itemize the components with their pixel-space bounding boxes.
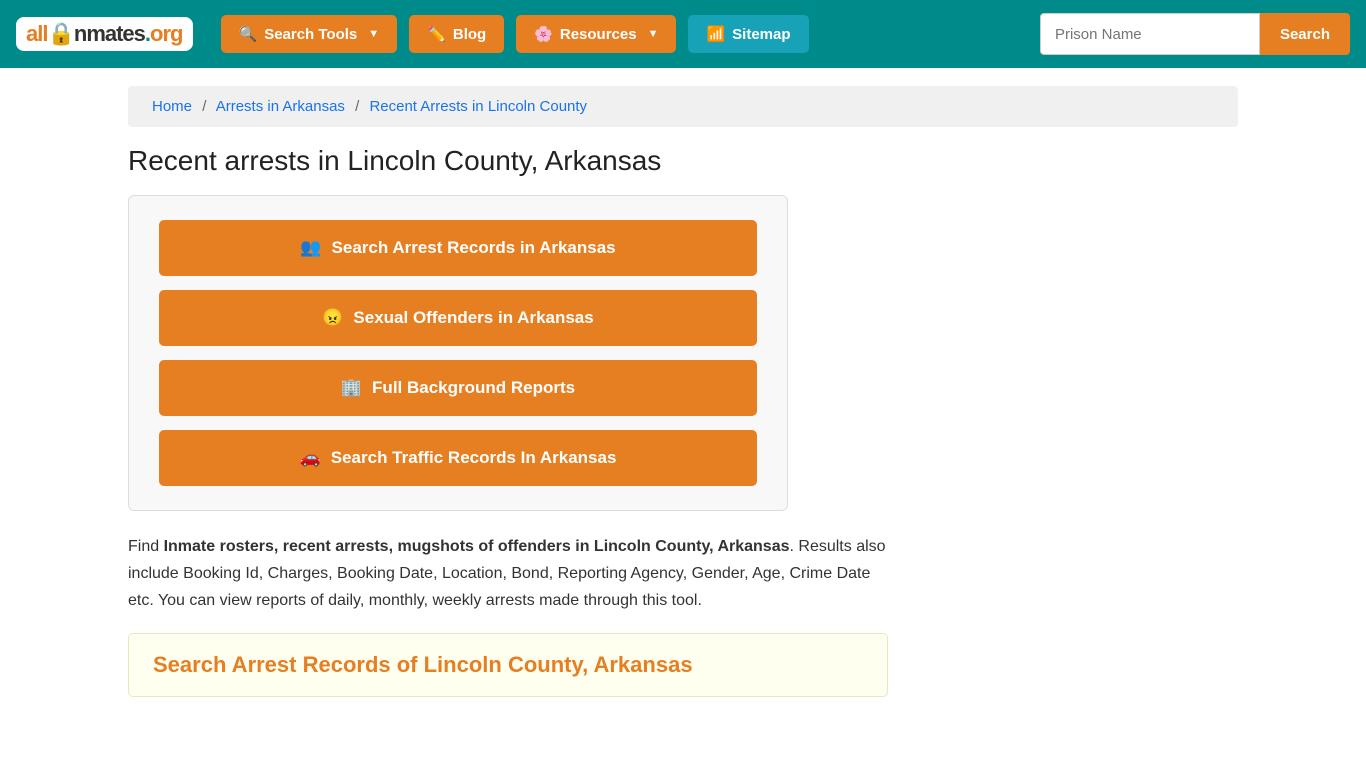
main-content: Recent arrests in Lincoln County, Arkans… xyxy=(128,127,1238,697)
background-reports-button[interactable]: 🏢 Full Background Reports xyxy=(159,360,757,416)
resources-button[interactable]: 🌸 Resources ▼ xyxy=(516,15,676,53)
prison-search-box: Search xyxy=(1040,13,1350,55)
search-tools-button[interactable]: 🔍 Search Tools ▼ xyxy=(221,15,398,53)
prison-name-input[interactable] xyxy=(1040,13,1260,55)
search-tools-icon: 🔍 xyxy=(239,25,258,43)
breadcrumb-home[interactable]: Home xyxy=(152,98,192,115)
breadcrumb-sep1: / xyxy=(202,98,206,115)
breadcrumb-current: Recent Arrests in Lincoln County xyxy=(369,98,587,115)
logo-lock: 🔒 xyxy=(47,21,73,46)
section-search-box: Search Arrest Records of Lincoln County,… xyxy=(128,633,888,697)
logo-org: org xyxy=(150,21,182,46)
resources-icon: 🌸 xyxy=(534,25,553,43)
description-text: Find Inmate rosters, recent arrests, mug… xyxy=(128,533,888,615)
building-icon: 🏢 xyxy=(341,378,362,398)
desc-intro: Find xyxy=(128,538,164,555)
angry-icon: 😠 xyxy=(322,308,343,328)
sitemap-icon: 📶 xyxy=(706,25,725,43)
page-title: Recent arrests in Lincoln County, Arkans… xyxy=(128,145,1238,177)
site-logo[interactable]: all🔒nmates.org xyxy=(16,17,193,51)
blog-icon: ✏️ xyxy=(427,25,446,43)
desc-bold: Inmate rosters, recent arrests, mugshots… xyxy=(164,538,790,555)
breadcrumb: Home / Arrests in Arkansas / Recent Arre… xyxy=(128,86,1238,127)
prison-search-button[interactable]: Search xyxy=(1260,13,1350,55)
logo-inmates: nmates xyxy=(74,21,145,46)
navbar: all🔒nmates.org 🔍 Search Tools ▼ ✏️ Blog … xyxy=(0,0,1366,68)
sitemap-button[interactable]: 📶 Sitemap xyxy=(688,15,808,53)
logo-all: all xyxy=(26,21,47,46)
section-search-title: Search Arrest Records of Lincoln County,… xyxy=(153,652,863,678)
chevron-down-icon: ▼ xyxy=(368,28,379,40)
breadcrumb-sep2: / xyxy=(355,98,359,115)
action-card: 👥 Search Arrest Records in Arkansas 😠 Se… xyxy=(128,195,788,511)
blog-button[interactable]: ✏️ Blog xyxy=(409,15,504,53)
chevron-down-icon2: ▼ xyxy=(648,28,659,40)
people-icon: 👥 xyxy=(300,238,321,258)
sexual-offenders-button[interactable]: 😠 Sexual Offenders in Arkansas xyxy=(159,290,757,346)
search-arrest-button[interactable]: 👥 Search Arrest Records in Arkansas xyxy=(159,220,757,276)
traffic-records-button[interactable]: 🚗 Search Traffic Records In Arkansas xyxy=(159,430,757,486)
car-icon: 🚗 xyxy=(300,448,321,468)
breadcrumb-arrests[interactable]: Arrests in Arkansas xyxy=(216,98,345,115)
